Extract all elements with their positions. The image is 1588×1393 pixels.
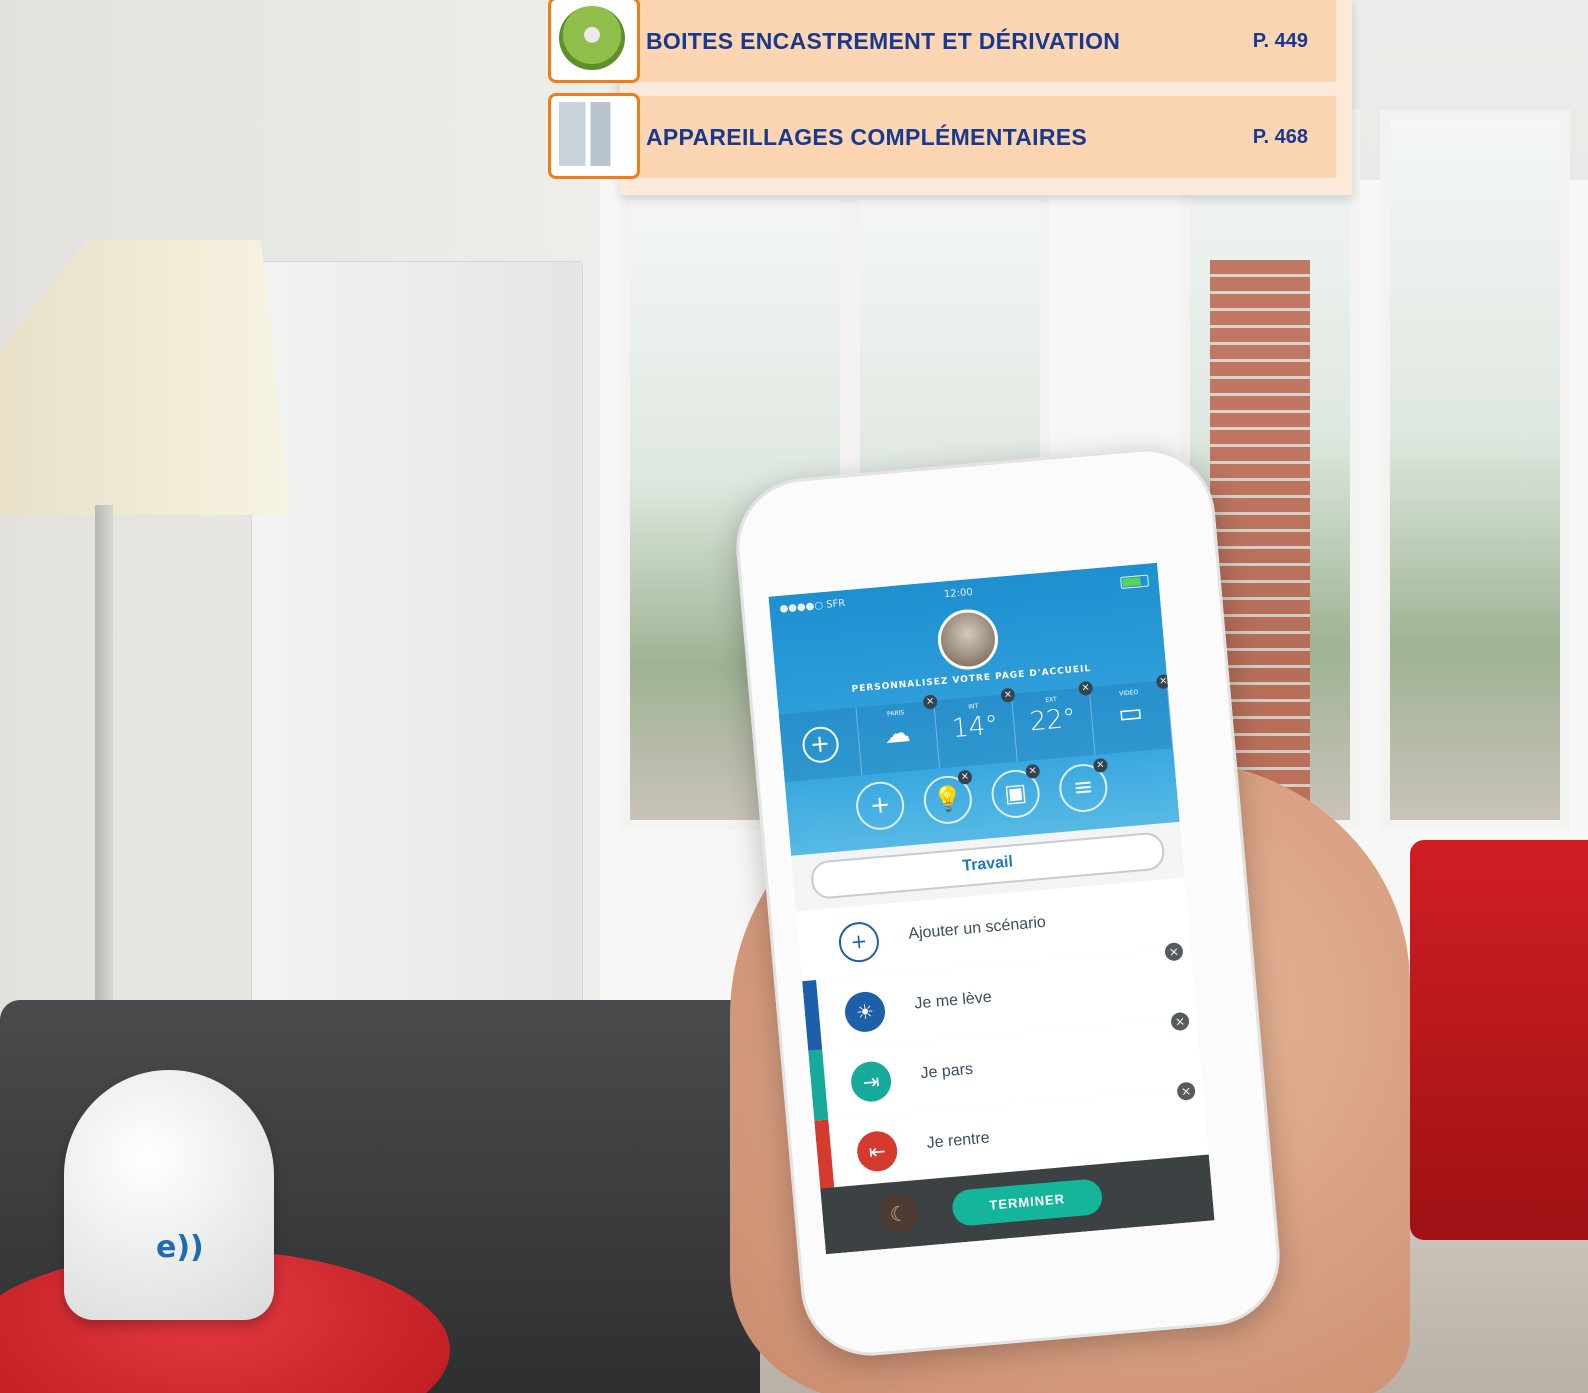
index-row[interactable]: BOITES ENCASTREMENT ET DÉRIVATION P. 449 — [620, 0, 1336, 82]
battery-icon — [1120, 574, 1150, 589]
scenario-color-bar — [808, 1049, 829, 1121]
weather-icon: ☁ — [883, 717, 912, 751]
remove-icon[interactable]: × — [1025, 763, 1041, 779]
temperature-value: 22° — [1028, 703, 1078, 738]
door-enter-icon: ⇤ — [855, 1129, 899, 1174]
finish-button[interactable]: TERMINER — [950, 1177, 1104, 1227]
index-title: BOITES ENCASTREMENT ET DÉRIVATION — [646, 27, 1121, 54]
add-scenario-label: Ajouter un scénario — [907, 913, 1047, 943]
index-page: P. 468 — [1252, 125, 1308, 148]
shutter-icon[interactable]: ≡ × — [1057, 757, 1110, 814]
delete-icon[interactable]: × — [1164, 941, 1184, 962]
remove-icon[interactable]: × — [1092, 757, 1109, 774]
catalog-index: BOITES ENCASTREMENT ET DÉRIVATION P. 449… — [620, 0, 1352, 195]
phone-screen: ●●●●○ SFR 12:00 PERSONNALISEZ VOTRE PAGE… — [768, 562, 1215, 1255]
smartphone: ●●●●○ SFR 12:00 PERSONNALISEZ VOTRE PAGE… — [730, 442, 1286, 1362]
delete-icon[interactable]: × — [1176, 1081, 1196, 1101]
socket-icon[interactable]: ▣ × — [989, 763, 1042, 820]
electrical-accessories-icon[interactable] — [548, 93, 640, 179]
smart-home-hub: e)) — [64, 1070, 274, 1320]
video-tile[interactable]: VIDÉO ▭ × — [1089, 674, 1174, 755]
delete-icon[interactable]: × — [1170, 1011, 1190, 1032]
accessories-image — [559, 102, 625, 166]
scenario-label: Je me lève — [913, 988, 993, 1013]
plus-icon: + — [800, 725, 840, 765]
outdoor-temp-tile[interactable]: EXT 22° × — [1011, 680, 1096, 762]
plus-icon: + — [837, 920, 881, 964]
sun-icon: ☀ — [843, 990, 887, 1034]
weather-tile[interactable]: PARIS ☁ × — [856, 694, 941, 776]
bulb-icon[interactable]: 💡 × — [921, 769, 974, 826]
junction-box-image — [559, 6, 625, 70]
header-background: ●●●●○ SFR 12:00 PERSONNALISEZ VOTRE PAGE… — [768, 562, 1180, 856]
remove-icon[interactable]: × — [1155, 674, 1171, 690]
scenario-label: Je pars — [919, 1060, 974, 1083]
radiator — [252, 262, 582, 1022]
indoor-temp-tile[interactable]: INT 14° × — [934, 687, 1018, 769]
scenario-color-bar — [814, 1119, 835, 1191]
index-page: P. 449 — [1252, 29, 1308, 52]
living-room-photo: e)) ●●●●○ SFR 12:00 PERSONNALISEZ VOTRE … — [0, 0, 1588, 1393]
add-widget-tile[interactable]: + — [778, 707, 863, 783]
clock: 12:00 — [943, 586, 974, 601]
red-armchair — [1410, 840, 1588, 1240]
lamp-pole — [95, 505, 113, 1025]
plus-icon[interactable]: + — [854, 779, 907, 832]
scenario-label: Je rentre — [925, 1129, 991, 1152]
camera-icon: ▭ — [1116, 697, 1145, 730]
remove-icon[interactable]: × — [957, 769, 973, 785]
home-avatar[interactable] — [935, 606, 1001, 672]
hub-logo: e)) — [156, 1230, 204, 1265]
scenario-color-bar — [802, 980, 823, 1051]
index-title: APPAREILLAGES COMPLÉMENTAIRES — [646, 123, 1088, 150]
window-pane — [1380, 110, 1570, 830]
door-exit-icon: ⇥ — [849, 1059, 893, 1104]
carrier-label: ●●●●○ SFR — [779, 598, 846, 615]
moon-icon: ☾ — [877, 1192, 921, 1236]
temperature-value: 14° — [950, 710, 1000, 745]
junction-box-icon[interactable] — [548, 0, 640, 83]
index-row[interactable]: APPAREILLAGES COMPLÉMENTAIRES P. 468 — [620, 96, 1336, 178]
